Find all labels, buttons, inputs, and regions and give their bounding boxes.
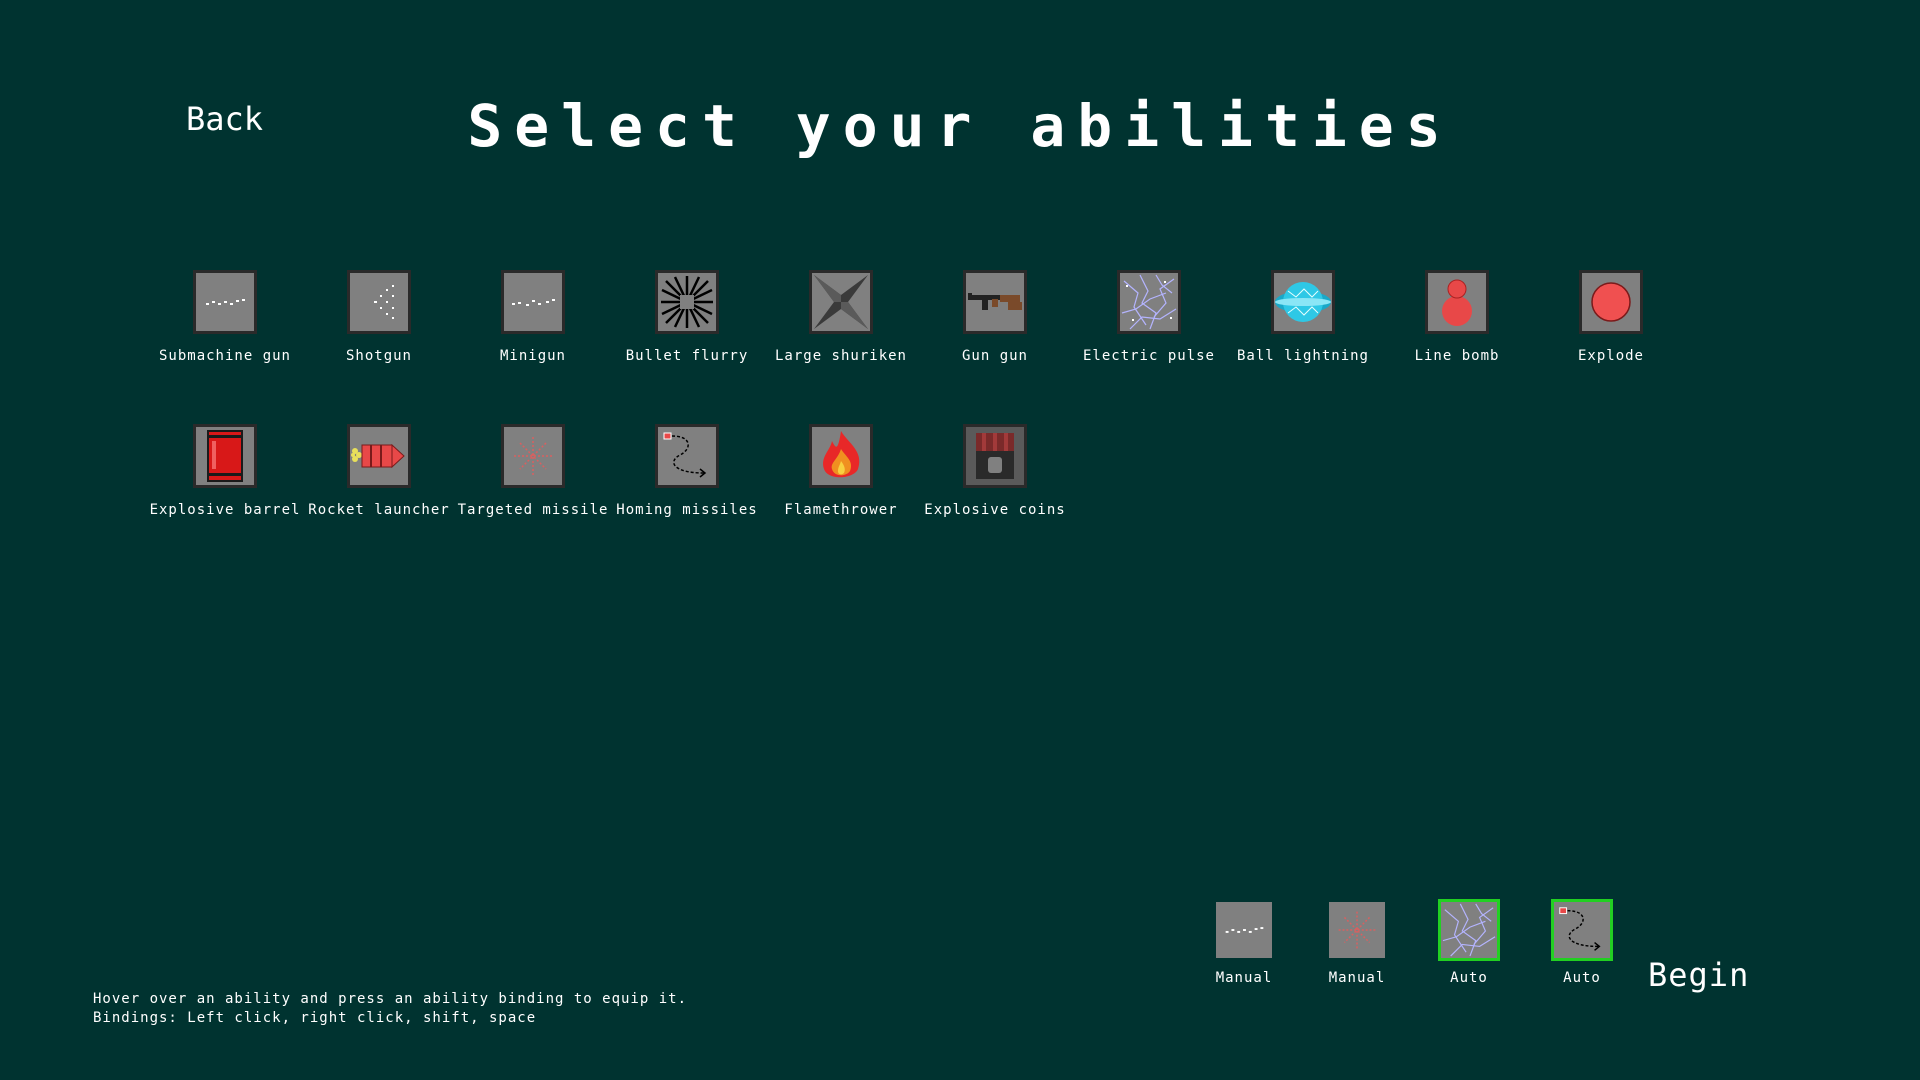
ability-targeted-missile[interactable]: Targeted missile <box>456 424 610 518</box>
shuriken-icon <box>812 273 870 331</box>
page-title: Select your abilities <box>0 92 1920 160</box>
rocket-launcher-icon <box>350 427 408 485</box>
minigun-icon <box>504 273 562 331</box>
bullet-flurry-icon <box>658 273 716 331</box>
ability-label: Shotgun <box>302 348 456 364</box>
instructions: Hover over an ability and press an abili… <box>93 990 687 1028</box>
ability-label: Submachine gun <box>148 348 302 364</box>
ability-large-shuriken[interactable]: Large shuriken <box>764 270 918 364</box>
ability-label: Minigun <box>456 348 610 364</box>
ability-ball-lightning[interactable]: Ball lightning <box>1226 270 1380 364</box>
ability-explode[interactable]: Explode <box>1534 270 1688 364</box>
ability-shotgun[interactable]: Shotgun <box>302 270 456 364</box>
ability-label: Explosive barrel <box>148 502 302 518</box>
ability-label: Electric pulse <box>1072 348 1226 364</box>
ability-rocket-launcher[interactable]: Rocket launcher <box>302 424 456 518</box>
ability-explosive-barrel[interactable]: Explosive barrel <box>148 424 302 518</box>
slot-mode-label: Auto <box>1532 970 1632 986</box>
ability-label: Rocket launcher <box>302 502 456 518</box>
submachine-gun-icon <box>196 273 254 331</box>
homing-missiles-icon <box>658 427 716 485</box>
ability-explosive-coins[interactable]: Explosive coins <box>918 424 1072 518</box>
targeted-missile-icon <box>1329 902 1385 958</box>
instructions-line-1: Hover over an ability and press an abili… <box>93 990 687 1009</box>
ability-bullet-flurry[interactable]: Bullet flurry <box>610 270 764 364</box>
ability-label: Bullet flurry <box>610 348 764 364</box>
instructions-line-2: Bindings: Left click, right click, shift… <box>93 1009 687 1028</box>
loadout-slot-4[interactable]: Auto <box>1532 902 1632 986</box>
begin-button[interactable]: Begin <box>1648 956 1749 994</box>
ability-minigun[interactable]: Minigun <box>456 270 610 364</box>
ability-label: Gun gun <box>918 348 1072 364</box>
loadout-slot-3[interactable]: Auto <box>1419 902 1519 986</box>
ability-label: Line bomb <box>1380 348 1534 364</box>
ability-electric-pulse[interactable]: Electric pulse <box>1072 270 1226 364</box>
line-bomb-icon <box>1428 273 1486 331</box>
ability-label: Large shuriken <box>764 348 918 364</box>
explode-icon <box>1582 273 1640 331</box>
slot-mode-label: Manual <box>1307 970 1407 986</box>
ball-lightning-icon <box>1274 273 1332 331</box>
submachine-gun-icon <box>1216 902 1272 958</box>
ability-label: Targeted missile <box>456 502 610 518</box>
shotgun-icon <box>350 273 408 331</box>
electric-pulse-icon <box>1120 273 1178 331</box>
slot-mode-label: Manual <box>1194 970 1294 986</box>
ability-line-bomb[interactable]: Line bomb <box>1380 270 1534 364</box>
loadout-slot-2[interactable]: Manual <box>1307 902 1407 986</box>
ability-gun-gun[interactable]: Gun gun <box>918 270 1072 364</box>
ability-submachine-gun[interactable]: Submachine gun <box>148 270 302 364</box>
explosive-coins-icon <box>966 427 1024 485</box>
ability-label: Explosive coins <box>918 502 1072 518</box>
gun-gun-icon <box>966 273 1024 331</box>
slot-mode-label: Auto <box>1419 970 1519 986</box>
explosive-barrel-icon <box>196 427 254 485</box>
homing-missiles-icon <box>1554 902 1610 958</box>
ability-flamethrower[interactable]: Flamethrower <box>764 424 918 518</box>
ability-label: Flamethrower <box>764 502 918 518</box>
ability-label: Homing missiles <box>610 502 764 518</box>
targeted-missile-icon <box>504 427 562 485</box>
ability-label: Explode <box>1534 348 1688 364</box>
ability-label: Ball lightning <box>1226 348 1380 364</box>
ability-homing-missiles[interactable]: Homing missiles <box>610 424 764 518</box>
flamethrower-icon <box>812 427 870 485</box>
loadout-slot-1[interactable]: Manual <box>1194 902 1294 986</box>
electric-pulse-icon <box>1441 902 1497 958</box>
